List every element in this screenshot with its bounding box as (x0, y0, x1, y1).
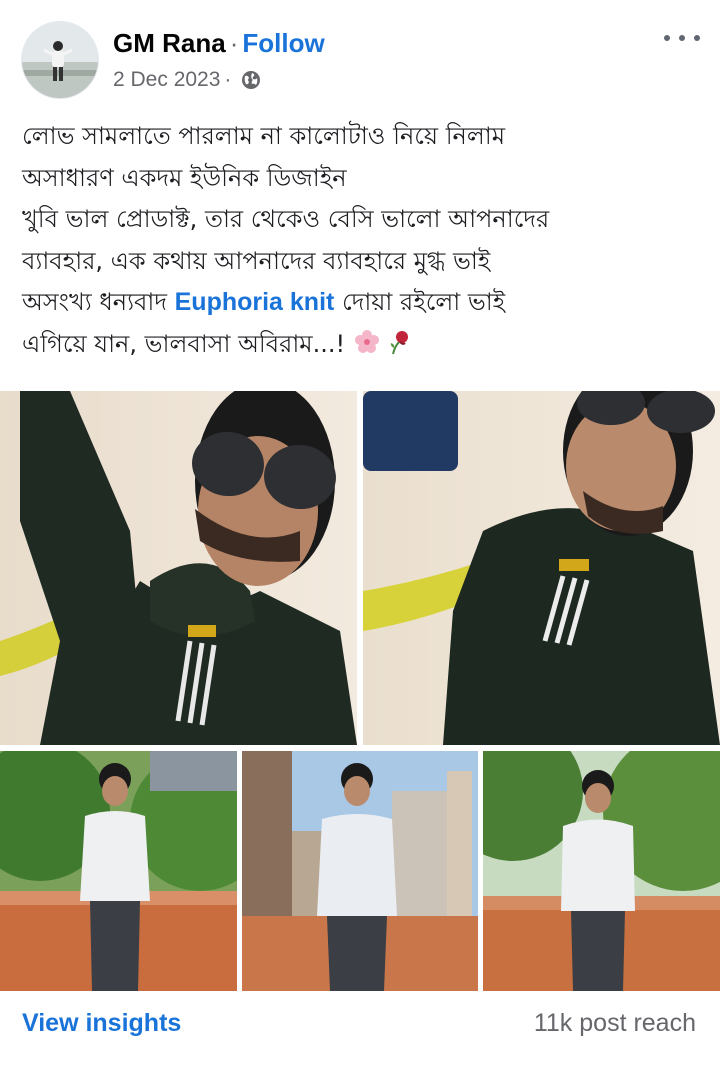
post-date[interactable]: 2 Dec 2023 (113, 66, 220, 94)
author-line: GM Rana · Follow (113, 27, 325, 59)
author-avatar[interactable] (22, 22, 98, 98)
caption-line: ব্যাবহার, এক কথায় আপনাদের ব্যাবহারে মুগ… (22, 246, 491, 275)
post-meta: 2 Dec 2023 · (113, 66, 261, 94)
author-name[interactable]: GM Rana (113, 28, 226, 58)
post-reach-count: 11k post reach (533, 1009, 696, 1037)
caption-text: এগিয়ে যান, ভালবাসা অবিরাম...! (22, 329, 346, 358)
caption-line: এগিয়ে যান, ভালবাসা অবিরাম...! (22, 324, 702, 370)
cherry-blossom-emoji (353, 328, 381, 370)
photo-white-hoodie-garden[interactable] (0, 751, 237, 991)
photo-black-hoodie-selfie-2[interactable] (363, 391, 720, 745)
caption-text: অসংখ্য ধন্যবাদ (22, 288, 175, 316)
caption-line: অসংখ্য ধন্যবাদ Euphoria knit দোয়া রইলো … (22, 282, 702, 324)
post-caption: লোভ সামলাতে পারলাম না কালোটাও নিয়ে নিলা… (22, 116, 702, 369)
name-separator: · (229, 28, 239, 58)
photo-black-hoodie-selfie-1[interactable] (0, 391, 357, 745)
post-footer: View insights 11k post reach (0, 996, 720, 1056)
caption-line: অসাধারণ একদম ইউনিক ডিজাইন (22, 163, 347, 192)
follow-button[interactable]: Follow (242, 28, 324, 58)
post-header: GM Rana · Follow 2 Dec 2023 · (0, 0, 720, 110)
photo-white-hoodie-rooftop[interactable] (242, 751, 478, 991)
photo-white-hoodie-trees[interactable] (483, 751, 720, 991)
caption-line: লোভ সামলাতে পারলাম না কালোটাও নিয়ে নিলা… (22, 122, 506, 150)
wilted-rose-emoji (385, 328, 413, 370)
view-insights-link[interactable]: View insights (22, 1009, 181, 1038)
caption-line: খুবি ভাল প্রোডাক্ট, তার থেকেও বেসি ভালো … (22, 205, 550, 233)
globe-icon (241, 70, 261, 90)
meta-separator: · (224, 68, 232, 91)
more-options-icon[interactable] (662, 28, 702, 48)
page-mention-link[interactable]: Euphoria knit (175, 288, 335, 316)
caption-text: দোয়া রইলো ভাই (334, 288, 506, 316)
